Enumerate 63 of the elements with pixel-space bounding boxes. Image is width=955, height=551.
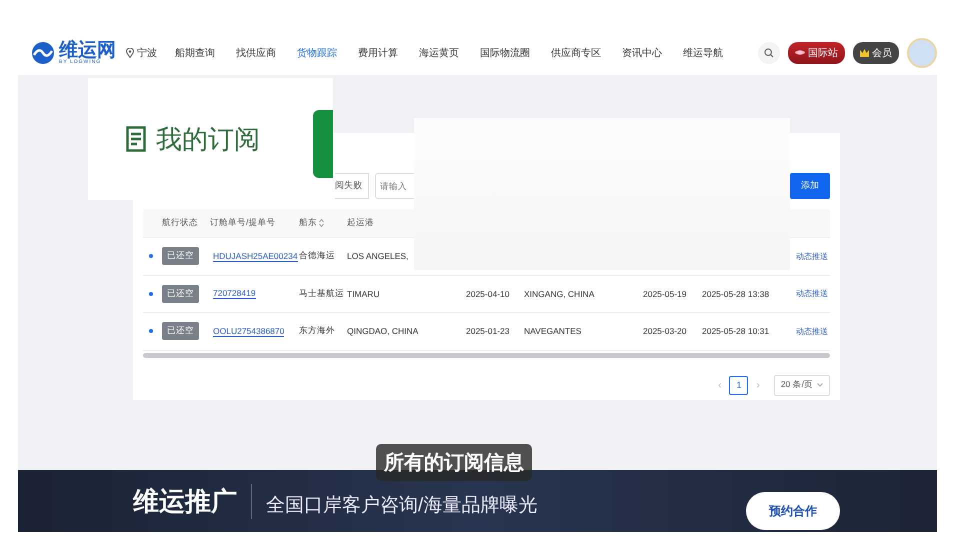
nav-link[interactable]: 国际物流圈 <box>480 46 530 60</box>
push-link[interactable]: 动态推送 <box>796 326 830 337</box>
order-number-link[interactable]: 720728419 <box>213 288 256 300</box>
member-button[interactable]: 会员 <box>853 42 899 64</box>
carrier-cell-text: 马士基航运 <box>299 288 345 300</box>
column-header: 订舱单号/提单号 <box>210 217 276 229</box>
column-header: 船东 <box>299 217 317 229</box>
status-badge: 已还空 <box>162 284 199 303</box>
date-cell-text: 2025-05-19 <box>643 288 688 299</box>
tab-fragment <box>313 110 333 178</box>
planet-icon <box>795 49 805 56</box>
location-pin-icon <box>126 48 134 58</box>
column-header: 起运港 <box>347 217 374 229</box>
avatar[interactable] <box>907 38 937 68</box>
datetime-cell-text: 2025-05-28 13:38 <box>702 288 770 299</box>
destination-port-cell-text: NAVEGANTES <box>524 326 582 336</box>
origin-port-cell-text: LOS ANGELES, <box>347 251 410 262</box>
nav-link[interactable]: 资讯中心 <box>622 46 662 60</box>
origin-port-cell-text: QINGDAO, CHINA <box>347 326 420 336</box>
status-dot <box>149 254 153 258</box>
banner-tagline: 全国口岸客户咨询/海量品牌曝光 <box>266 494 538 518</box>
order-number-link[interactable]: HDUJASH25AE00234 <box>213 250 298 262</box>
crown-icon <box>860 48 869 56</box>
logo-icon <box>30 40 56 64</box>
status-tab[interactable]: 阅失败 <box>335 172 369 198</box>
banner-title: 维运推广 <box>133 484 252 518</box>
nav-link[interactable]: 维运导航 <box>683 46 723 60</box>
status-dot <box>149 292 153 296</box>
origin-port-cell-text: TIMARU <box>347 288 381 299</box>
book-cooperation-button[interactable]: 预约合作 <box>746 492 840 530</box>
search-icon[interactable] <box>758 42 780 64</box>
video-subtitle: 所有的订阅信息 <box>376 444 532 481</box>
sort-icon[interactable] <box>319 219 324 227</box>
nav-link[interactable]: 供应商专区 <box>551 46 601 60</box>
scrollbar[interactable] <box>143 352 830 358</box>
page-number[interactable]: 1 <box>729 376 748 394</box>
push-link[interactable]: 动态推送 <box>796 250 830 262</box>
push-link[interactable]: 动态推送 <box>796 288 830 300</box>
status-dot <box>149 329 153 334</box>
destination-port-cell-text: XINGANG, CHINA <box>524 288 596 299</box>
order-number-link[interactable]: OOLU2754386870 <box>213 326 284 337</box>
nav-link[interactable]: 找供应商 <box>236 46 276 60</box>
status-badge: 已还空 <box>162 247 199 266</box>
date-cell-text: 2025-03-20 <box>643 326 688 336</box>
status-badge: 已还空 <box>162 322 199 340</box>
page-size-select[interactable]: 20 条/页 <box>774 374 830 396</box>
add-button[interactable]: 添加 <box>790 172 830 198</box>
callout-title: 我的订阅 <box>156 122 260 156</box>
location-label[interactable]: 宁波 <box>137 46 157 60</box>
document-icon <box>126 126 146 152</box>
column-header: 航行状态 <box>162 217 198 229</box>
nav-link[interactable]: 货物跟踪 <box>297 46 337 60</box>
datetime-cell-text: 2025-05-28 10:31 <box>702 326 770 336</box>
date-cell-text: 2025-01-23 <box>466 326 510 336</box>
international-site-button[interactable]: 国际站 <box>788 42 845 64</box>
carrier-cell-text: 东方海外 <box>299 325 336 338</box>
nav-link[interactable]: 海运黄页 <box>419 46 459 60</box>
chevron-down-icon <box>817 383 823 387</box>
carrier-cell-text: 合德海运 <box>299 250 336 262</box>
nav-link[interactable]: 费用计算 <box>358 46 398 60</box>
logo-name[interactable]: 维运网 <box>59 40 116 60</box>
nav-link[interactable]: 船期查询 <box>175 46 215 60</box>
date-cell-text: 2025-04-10 <box>466 288 510 299</box>
